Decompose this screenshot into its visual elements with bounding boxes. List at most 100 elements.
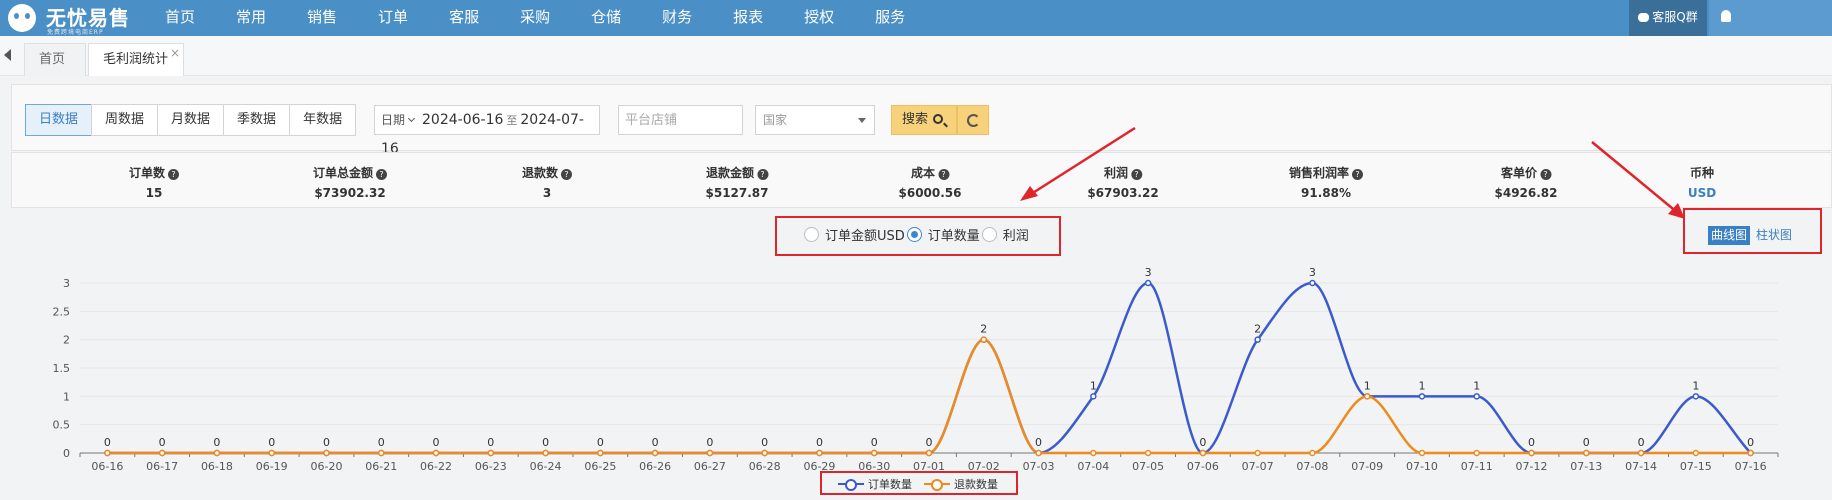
data-label: 0 <box>597 436 604 449</box>
x-tick-label: 07-13 <box>1570 460 1602 472</box>
x-tick-label: 07-08 <box>1296 460 1328 472</box>
data-point-refunds <box>104 449 111 457</box>
y-tick-label: 1 <box>63 390 70 403</box>
data-label: 0 <box>1638 436 1645 449</box>
data-point-refunds <box>1418 449 1426 457</box>
x-tick-label: 06-25 <box>584 460 616 472</box>
data-point-refunds <box>597 449 604 457</box>
data-point-refunds <box>1199 449 1207 457</box>
data-point-refunds <box>1090 449 1097 457</box>
x-tick-label: 06-27 <box>694 460 726 472</box>
x-tick-label: 06-28 <box>749 460 781 472</box>
data-point-orders <box>1473 393 1480 400</box>
data-label: 0 <box>816 436 823 449</box>
data-label: 0 <box>652 436 659 449</box>
data-point-refunds <box>1363 393 1371 400</box>
data-label: 0 <box>323 436 330 449</box>
data-point-orders <box>1090 393 1097 400</box>
x-tick-label: 07-15 <box>1680 460 1712 472</box>
data-point-refunds <box>925 449 933 457</box>
x-tick-label: 07-12 <box>1516 460 1548 472</box>
data-point-orders <box>1418 393 1426 400</box>
x-tick-label: 07-16 <box>1735 460 1767 472</box>
data-label: 1 <box>1364 379 1371 392</box>
x-tick-label: 07-05 <box>1132 460 1164 472</box>
data-point-refunds <box>1309 449 1316 457</box>
data-point-refunds <box>1254 449 1261 457</box>
data-label: 0 <box>104 436 111 449</box>
x-tick-label: 07-10 <box>1406 460 1438 472</box>
data-point-refunds <box>487 449 495 457</box>
data-point-refunds <box>870 449 878 457</box>
data-label: 2 <box>1254 323 1261 336</box>
data-point-refunds <box>1035 449 1042 457</box>
x-tick-label: 07-07 <box>1242 460 1274 472</box>
data-point-refunds <box>542 449 549 457</box>
annotation-arrow-view-toggle <box>1591 141 1679 214</box>
y-tick-label: 2.5 <box>53 305 71 318</box>
x-tick-label: 07-14 <box>1625 460 1657 472</box>
annotation-arrow-metric <box>1027 126 1136 198</box>
data-label: 0 <box>1528 436 1535 449</box>
data-label: 0 <box>542 436 549 449</box>
x-tick-label: 06-19 <box>256 460 288 472</box>
data-point-refunds <box>1637 449 1645 457</box>
data-point-refunds <box>1692 449 1700 457</box>
data-label: 0 <box>1199 436 1206 449</box>
arrowhead-icon <box>1020 186 1038 201</box>
data-label: 0 <box>1747 436 1754 449</box>
data-label: 0 <box>487 436 494 449</box>
data-label: 1 <box>1692 379 1699 392</box>
data-label: 0 <box>213 436 220 449</box>
data-label: 0 <box>926 436 933 449</box>
data-point-refunds <box>213 449 221 457</box>
y-tick-label: 1.5 <box>53 362 71 375</box>
data-label: 0 <box>706 436 713 449</box>
data-point-refunds <box>816 449 823 457</box>
data-point-orders <box>1309 279 1316 287</box>
x-tick-label: 06-17 <box>146 460 178 472</box>
data-label: 0 <box>159 436 166 449</box>
data-point-refunds <box>323 449 330 457</box>
data-label: 0 <box>378 436 385 449</box>
data-label: 0 <box>433 436 440 449</box>
data-label: 3 <box>1145 266 1152 279</box>
x-tick-label: 06-18 <box>201 460 233 472</box>
data-label: 0 <box>268 436 275 449</box>
y-tick-label: 0.5 <box>53 419 71 432</box>
x-tick-label: 06-23 <box>475 460 507 472</box>
y-tick-label: 0 <box>63 447 70 460</box>
data-point-refunds <box>761 449 768 457</box>
data-point-orders <box>1144 279 1152 287</box>
data-label: 1 <box>1418 379 1425 392</box>
data-label: 2 <box>980 323 987 336</box>
data-point-refunds <box>378 449 385 457</box>
x-tick-label: 07-04 <box>1077 460 1109 472</box>
x-tick-label: 06-16 <box>91 460 123 472</box>
highlight-box-legend <box>820 471 1018 495</box>
x-tick-label: 06-21 <box>365 460 397 472</box>
x-tick-label: 07-03 <box>1023 460 1055 472</box>
x-tick-label: 06-22 <box>420 460 452 472</box>
data-label: 0 <box>761 436 768 449</box>
x-tick-label: 06-20 <box>310 460 342 472</box>
y-tick-label: 3 <box>63 277 70 290</box>
data-point-refunds <box>1583 449 1590 457</box>
data-point-orders <box>1254 336 1261 343</box>
data-point-refunds <box>980 336 988 343</box>
x-tick-label: 07-11 <box>1461 460 1493 472</box>
order-count-line-chart: 0 0.5 1 1.5 2 2.5 3 06-16 06-17 06-18 06-19 06-20 06… <box>53 266 1779 472</box>
data-label: 1 <box>1090 379 1097 392</box>
data-label: 1 <box>1473 379 1480 392</box>
x-tick-label: 07-09 <box>1351 460 1383 472</box>
x-tick-label: 07-06 <box>1187 460 1219 472</box>
data-label: 0 <box>1583 436 1590 449</box>
x-tick-label: 06-26 <box>639 460 671 472</box>
data-point-refunds <box>268 449 275 457</box>
data-point-refunds <box>158 449 166 457</box>
data-point-refunds <box>651 449 659 457</box>
data-label: 0 <box>1035 436 1042 449</box>
data-label: 0 <box>871 436 878 449</box>
y-tick-label: 2 <box>63 334 70 347</box>
data-point-refunds <box>1528 449 1535 457</box>
